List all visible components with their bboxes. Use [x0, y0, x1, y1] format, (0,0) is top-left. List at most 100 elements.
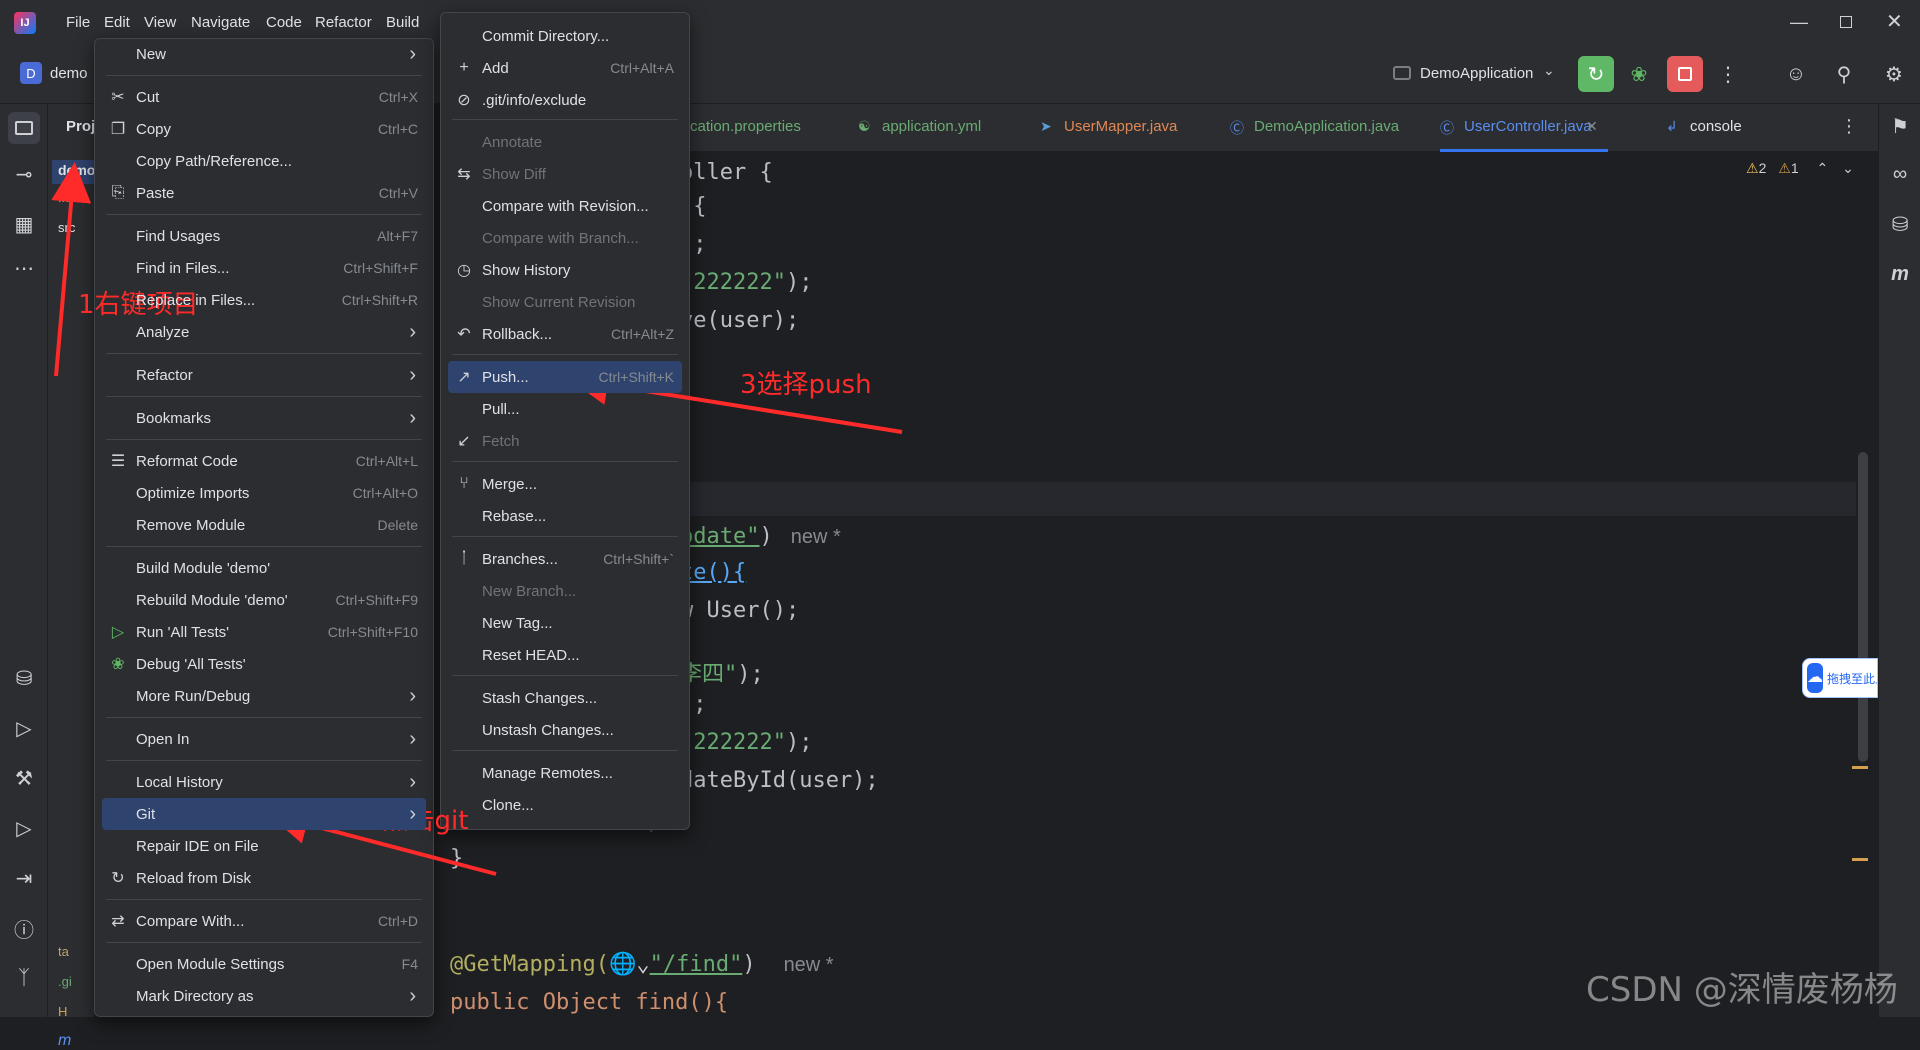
menu-item-replace-in-files[interactable]: Replace in Files... Ctrl+Shift+R: [102, 284, 426, 316]
menu-item-build-module-demo[interactable]: Build Module 'demo': [102, 552, 426, 584]
menu-item-label: Find in Files...: [136, 259, 230, 277]
menu-separator: [106, 214, 422, 215]
menu-item-shortcut: Ctrl+Shift+F: [343, 260, 418, 276]
menu-item-branches[interactable]: ᛙ Branches... Ctrl+Shift+`: [448, 543, 682, 575]
menu-item-label: Unstash Changes...: [482, 721, 614, 739]
menu-separator: [106, 546, 422, 547]
menu-item-show-current-revision[interactable]: Show Current Revision: [448, 286, 682, 318]
menu-item-label: Find Usages: [136, 227, 221, 245]
menu-item-manage-remotes[interactable]: Manage Remotes...: [448, 757, 682, 789]
menu-item-commit-directory[interactable]: Commit Directory...: [448, 20, 682, 52]
menu-item-label: Pull...: [482, 400, 520, 418]
menu-item-merge[interactable]: ⑂ Merge...: [448, 468, 682, 500]
menu-item-optimize-imports[interactable]: Optimize Imports Ctrl+Alt+O: [102, 477, 426, 509]
menu-item-show-history[interactable]: ◷ Show History: [448, 254, 682, 286]
menu-item-remove-module[interactable]: Remove Module Delete: [102, 509, 426, 541]
menu-item-analyze[interactable]: Analyze ›: [102, 316, 426, 348]
chevron-right-icon: ›: [409, 727, 416, 750]
menu-item-rebase[interactable]: Rebase...: [448, 500, 682, 532]
history-icon: ◷: [457, 262, 471, 279]
menu-item-new-branch[interactable]: New Branch...: [448, 575, 682, 607]
menu-item-shortcut: Ctrl+V: [378, 185, 418, 201]
menu-item-label: Rollback...: [482, 325, 553, 343]
menu-item-copy-path-reference[interactable]: Copy Path/Reference...: [102, 145, 426, 177]
menu-item-rebuild-module-demo[interactable]: Rebuild Module 'demo' Ctrl+Shift+F9: [102, 584, 426, 616]
chevron-right-icon: ›: [409, 320, 416, 343]
menu-item-push[interactable]: ↗ Push... Ctrl+Shift+K: [448, 361, 682, 393]
menu-item-stash-changes[interactable]: Stash Changes...: [448, 682, 682, 714]
menu-item-label: Run 'All Tests': [136, 623, 229, 641]
paste-icon: ⎘: [111, 184, 125, 201]
menu-item-more-run-debug[interactable]: More Run/Debug ›: [102, 680, 426, 712]
copy-icon: ❐: [110, 121, 126, 138]
debug-icon: ❀: [111, 656, 125, 673]
menu-item-show-diff[interactable]: ⇆ Show Diff: [448, 158, 682, 190]
menu-item-compare-with-revision[interactable]: Compare with Revision...: [448, 190, 682, 222]
menu-item-label: Branches...: [482, 550, 558, 568]
menu-item-new-tag[interactable]: New Tag...: [448, 607, 682, 639]
menu-item-annotate[interactable]: Annotate: [448, 126, 682, 158]
menu-item-label: Bookmarks: [136, 409, 212, 427]
chevron-right-icon: ›: [409, 984, 416, 1007]
menu-item-new[interactable]: New ›: [102, 38, 426, 70]
menu-item-mark-directory-as[interactable]: Mark Directory as ›: [102, 980, 426, 1012]
menu-separator: [452, 354, 678, 355]
plus-icon: +: [459, 59, 469, 76]
chevron-right-icon: ›: [409, 363, 416, 386]
menu-item-fetch[interactable]: ↙ Fetch: [448, 425, 682, 457]
menu-item-label: Debug 'All Tests': [136, 655, 246, 673]
menu-item-label: Merge...: [482, 475, 538, 493]
menu-item-reset-head[interactable]: Reset HEAD...: [448, 639, 682, 671]
menu-item-reload-from-disk[interactable]: ↻ Reload from Disk: [102, 862, 426, 894]
menu-item-compare-with[interactable]: ⇄ Compare With... Ctrl+D: [102, 905, 426, 937]
menu-separator: [452, 750, 678, 751]
menu-item-find-in-files[interactable]: Find in Files... Ctrl+Shift+F: [102, 252, 426, 284]
menu-item-shortcut: Ctrl+Alt+L: [355, 453, 418, 469]
menu-item-label: .git/info/exclude: [482, 91, 587, 109]
menu-item-shortcut: Ctrl+Shift+F9: [335, 592, 418, 608]
menu-separator: [106, 942, 422, 943]
menu-item-find-usages[interactable]: Find Usages Alt+F7: [102, 220, 426, 252]
ignore-icon: ⊘: [457, 92, 471, 109]
chevron-right-icon: ›: [409, 406, 416, 429]
menu-item-reformat-code[interactable]: ☰ Reformat Code Ctrl+Alt+L: [102, 445, 426, 477]
menu-item-label: Repair IDE on File: [136, 837, 259, 855]
menu-item-pull[interactable]: Pull...: [448, 393, 682, 425]
menu-item-rollback[interactable]: ↶ Rollback... Ctrl+Alt+Z: [448, 318, 682, 350]
menu-item-clone[interactable]: Clone...: [448, 789, 682, 821]
menu-separator: [452, 536, 678, 537]
menu-item-git[interactable]: Git ›: [102, 798, 426, 830]
menu-item-shortcut: Ctrl+Shift+K: [598, 369, 674, 385]
menu-item-compare-with-branch[interactable]: Compare with Branch...: [448, 222, 682, 254]
menu-item-copy[interactable]: ❐ Copy Ctrl+C: [102, 113, 426, 145]
menu-item-local-history[interactable]: Local History ›: [102, 766, 426, 798]
menu-item-label: Compare With...: [136, 912, 245, 930]
menu-item-open-module-settings[interactable]: Open Module Settings F4: [102, 948, 426, 980]
tree-item[interactable]: m: [58, 1032, 71, 1050]
menu-item-label: Show Diff: [482, 165, 546, 183]
menu-item-open-in[interactable]: Open In ›: [102, 723, 426, 755]
menu-item-run-all-tests[interactable]: ▷ Run 'All Tests' Ctrl+Shift+F10: [102, 616, 426, 648]
menu-item-git-info-exclude[interactable]: ⊘ .git/info/exclude: [448, 84, 682, 116]
chevron-right-icon: ›: [409, 802, 416, 825]
run-icon: ▷: [111, 624, 125, 641]
menu-item-refactor[interactable]: Refactor ›: [102, 359, 426, 391]
menu-item-cut[interactable]: ✂ Cut Ctrl+X: [102, 81, 426, 113]
menu-item-label: More Run/Debug: [136, 687, 251, 705]
cut-icon: ✂: [111, 89, 125, 106]
menu-item-label: Fetch: [482, 432, 520, 450]
menu-item-paste[interactable]: ⎘ Paste Ctrl+V: [102, 177, 426, 209]
menu-item-label: Compare with Revision...: [482, 197, 649, 215]
menu-item-label: Rebuild Module 'demo': [136, 591, 288, 609]
menu-item-bookmarks[interactable]: Bookmarks ›: [102, 402, 426, 434]
menu-item-unstash-changes[interactable]: Unstash Changes...: [448, 714, 682, 746]
menu-separator: [106, 75, 422, 76]
menu-item-repair-ide-on-file[interactable]: Repair IDE on File: [102, 830, 426, 862]
annotation-arrow-1: [51, 162, 92, 377]
fetch-icon: ↙: [457, 433, 471, 450]
menu-item-add[interactable]: + Add Ctrl+Alt+A: [448, 52, 682, 84]
menu-item-label: Mark Directory as: [136, 987, 254, 1005]
menu-item-debug-all-tests[interactable]: ❀ Debug 'All Tests': [102, 648, 426, 680]
menu-item-label: Build Module 'demo': [136, 559, 271, 577]
menu-item-shortcut: Delete: [377, 517, 418, 533]
